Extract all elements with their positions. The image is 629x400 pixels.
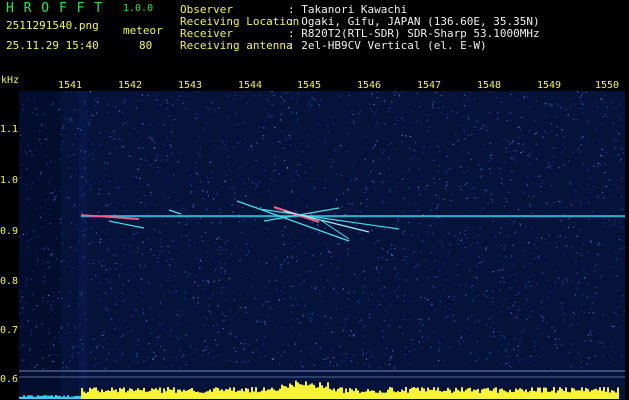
antenna-label: Receiving antenna <box>180 39 293 52</box>
y-tick-label: 0.6 <box>0 374 19 385</box>
app-version: 1.0.0 <box>123 3 154 14</box>
y-axis-unit: kHz <box>1 75 20 86</box>
app-title: H R O F F T <box>6 1 104 16</box>
y-tick-label: 0.9 <box>0 226 19 237</box>
noise-band <box>19 91 61 399</box>
hroft-window: H R O F F T 1.0.0 2511291540.png meteor … <box>0 0 629 400</box>
noise-band <box>79 91 87 399</box>
antenna-value: : 2el-HB9CV Vertical (el. E-W) <box>288 39 487 52</box>
y-tick-label: 1.0 <box>0 175 19 186</box>
y-tick-label: 0.8 <box>0 276 19 287</box>
mode-value: 80 <box>139 39 153 52</box>
file-name: 2511291540.png <box>6 19 99 32</box>
y-tick-label: 0.7 <box>0 325 19 336</box>
mode-label: meteor <box>123 24 163 37</box>
spectrogram <box>19 91 625 399</box>
y-tick-label: 1.1 <box>0 124 19 135</box>
timestamp: 25.11.29 15:40 <box>6 39 99 52</box>
